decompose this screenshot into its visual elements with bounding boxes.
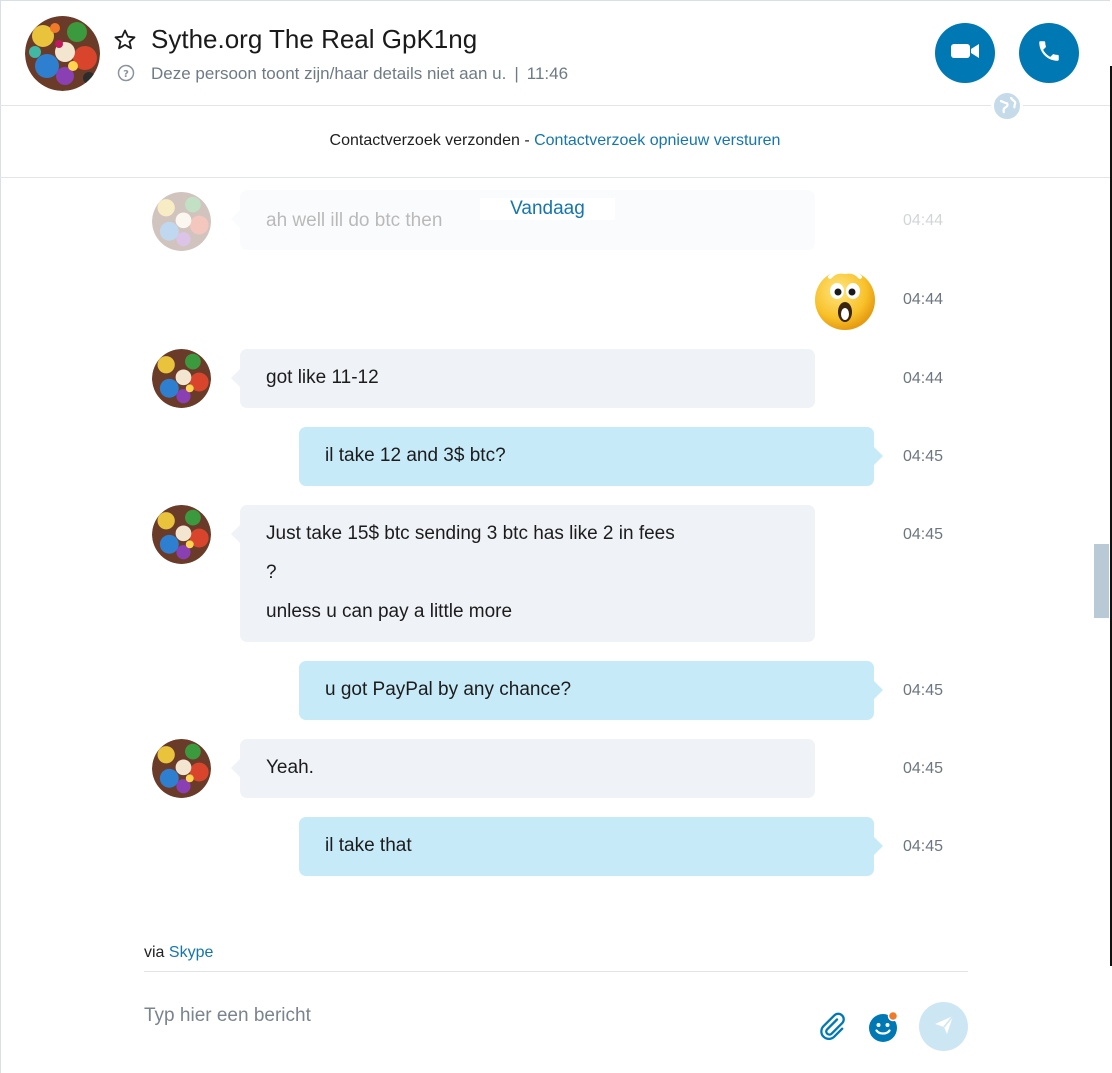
- outgoing-message-bubble[interactable]: il take that: [299, 817, 883, 876]
- message-text: Just take 15$ btc sending 3 btc has like…: [266, 523, 675, 544]
- message-timestamp: 04:45: [903, 526, 944, 543]
- resend-request-link[interactable]: Contactverzoek opnieuw versturen: [534, 132, 780, 149]
- message-timestamp: 04:44: [903, 291, 944, 308]
- sender-avatar[interactable]: [152, 739, 211, 798]
- star-outline-icon[interactable]: [113, 28, 137, 52]
- phone-icon: [1036, 38, 1062, 69]
- message-input[interactable]: [140, 998, 800, 1034]
- sender-avatar[interactable]: [152, 349, 211, 408]
- presence-status: Deze persoon toont zijn/haar details nie…: [151, 64, 568, 84]
- message-timestamp: 04:44: [903, 212, 944, 229]
- message-text: ?: [266, 562, 277, 583]
- message-timestamp: 04:45: [903, 448, 944, 465]
- paperclip-icon[interactable]: [816, 1010, 848, 1042]
- message-timestamp: 04:45: [903, 760, 944, 777]
- presence-separator: |: [514, 64, 519, 83]
- svg-text:?: ?: [123, 69, 129, 80]
- message-text: il take 12 and 3$ btc?: [325, 445, 506, 466]
- skype-chat-window: Sythe.org The Real GpK1ng ? Deze persoon…: [0, 0, 1112, 1073]
- incoming-message-bubble[interactable]: Just take 15$ btc sending 3 btc has like…: [231, 505, 815, 642]
- incoming-message-bubble[interactable]: got like 11-12: [231, 349, 815, 408]
- incoming-message-bubble[interactable]: Yeah.: [231, 739, 815, 798]
- message-text: unless u can pay a little more: [266, 601, 513, 622]
- message-text: u got PayPal by any chance?: [325, 679, 572, 700]
- smiley-icon: [866, 1010, 900, 1048]
- skype-link[interactable]: Skype: [169, 944, 213, 961]
- audio-call-button[interactable]: [1019, 23, 1079, 83]
- presence-message: Deze persoon toont zijn/haar details nie…: [151, 64, 507, 83]
- via-skype-label: via Skype: [144, 944, 213, 962]
- video-call-button[interactable]: [935, 23, 995, 83]
- conversation-header: Sythe.org The Real GpK1ng ? Deze persoon…: [0, 0, 1110, 106]
- sender-avatar[interactable]: [152, 192, 211, 251]
- question-circle-icon[interactable]: ?: [117, 64, 135, 82]
- message-text: il take that: [325, 835, 412, 856]
- message-timestamp: 04:45: [903, 838, 944, 855]
- last-seen-time: 11:46: [526, 64, 569, 83]
- surprised-emoticon[interactable]: [812, 267, 878, 333]
- contact-avatar[interactable]: [25, 16, 100, 91]
- scrollbar-thumb[interactable]: [1094, 544, 1109, 618]
- date-divider: Vandaag: [480, 198, 615, 220]
- outgoing-message-bubble[interactable]: il take 12 and 3$ btc?: [299, 427, 883, 486]
- sender-avatar[interactable]: [152, 505, 211, 564]
- contact-request-bar: Contactverzoek verzonden - Contactverzoe…: [0, 106, 1110, 178]
- send-button[interactable]: [919, 1002, 968, 1051]
- request-status: Contactverzoek verzonden: [329, 132, 520, 149]
- message-timestamp: 04:45: [903, 682, 944, 699]
- outgoing-message-bubble[interactable]: u got PayPal by any chance?: [299, 661, 883, 720]
- contact-name[interactable]: Sythe.org The Real GpK1ng: [151, 24, 477, 55]
- message-timestamp: 04:44: [903, 370, 944, 387]
- request-separator: -: [519, 132, 535, 149]
- message-text: Yeah.: [266, 757, 314, 778]
- video-camera-icon: [950, 41, 980, 66]
- message-text: got like 11-12: [266, 367, 379, 388]
- emoji-button[interactable]: [866, 1010, 900, 1044]
- via-prefix: via: [144, 944, 165, 961]
- composer-divider: [144, 971, 968, 972]
- send-arrow-icon: [932, 1012, 956, 1041]
